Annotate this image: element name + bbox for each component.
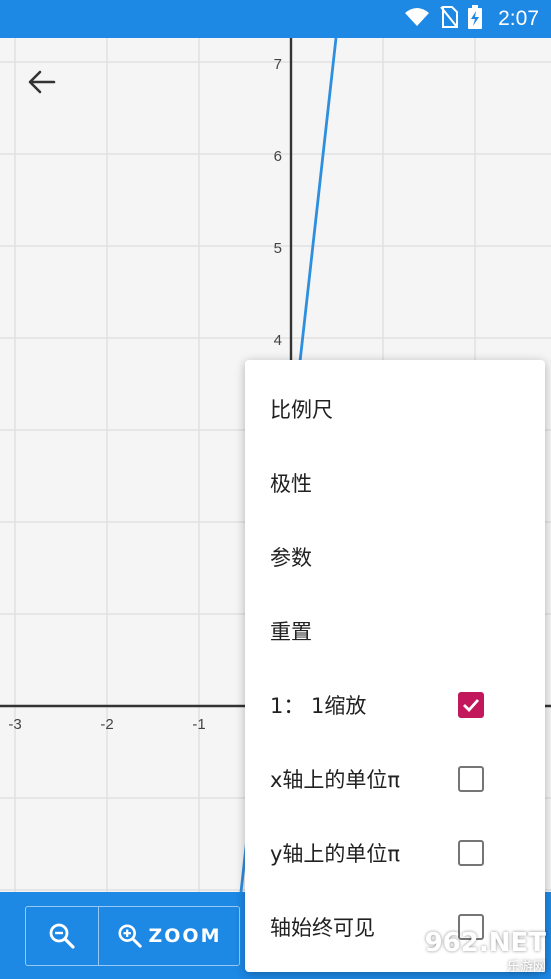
zoom-in-button[interactable]: ZOOM: [99, 907, 239, 965]
menu-item-label: x轴上的单位π: [270, 768, 401, 792]
watermark-subtext: 乐游网: [506, 959, 546, 975]
menu-item-x-unit-pi[interactable]: x轴上的单位π: [245, 742, 545, 816]
menu-item-scale[interactable]: 比例尺: [245, 372, 545, 446]
one-to-one-zoom-checkbox[interactable]: [458, 692, 484, 718]
menu-item-parameters[interactable]: 参数: [245, 520, 545, 594]
zoom-out-button[interactable]: [26, 907, 99, 965]
menu-item-label: 比例尺: [270, 398, 333, 422]
menu-item-label: 极性: [270, 472, 312, 496]
menu-item-label: 1： 1缩放: [270, 694, 367, 718]
y-tick-label: 6: [274, 148, 282, 165]
no-sim-icon: [440, 6, 459, 32]
zoom-out-icon: [49, 923, 75, 949]
y-tick-label: 4: [274, 332, 282, 349]
y-tick-label: 7: [274, 56, 282, 73]
checkmark-icon: [463, 699, 480, 713]
menu-item-label: y轴上的单位π: [270, 842, 401, 866]
battery-charging-icon: [468, 5, 483, 33]
status-bar: 2:07: [0, 0, 551, 38]
menu-item-polar[interactable]: 极性: [245, 446, 545, 520]
x-tick-label: -3: [8, 716, 21, 733]
back-button[interactable]: [22, 62, 62, 102]
watermark-logo: 962.NET 乐游网: [418, 927, 546, 975]
wifi-icon: [404, 7, 430, 31]
y-tick-label: 5: [274, 240, 282, 257]
menu-item-y-unit-pi[interactable]: y轴上的单位π: [245, 816, 545, 890]
x-tick-label: -2: [100, 716, 113, 733]
options-menu: 比例尺 极性 参数 重置 1： 1缩放 x轴上的单位π y轴上的单位π 轴始终可…: [245, 360, 545, 972]
menu-item-label: 重置: [270, 620, 312, 644]
menu-item-one-to-one-zoom[interactable]: 1： 1缩放: [245, 668, 545, 742]
y-unit-pi-checkbox[interactable]: [458, 840, 484, 866]
arrow-left-icon: [28, 70, 56, 94]
x-unit-pi-checkbox[interactable]: [458, 766, 484, 792]
clock: 2:07: [498, 7, 539, 30]
zoom-controls: ZOOM: [25, 906, 240, 966]
zoom-label: ZOOM: [148, 925, 222, 947]
watermark-text: 962.NET: [424, 927, 546, 958]
menu-item-reset[interactable]: 重置: [245, 594, 545, 668]
x-tick-label: -1: [192, 716, 205, 733]
zoom-in-icon: [117, 924, 142, 948]
menu-item-label: 参数: [270, 546, 312, 570]
